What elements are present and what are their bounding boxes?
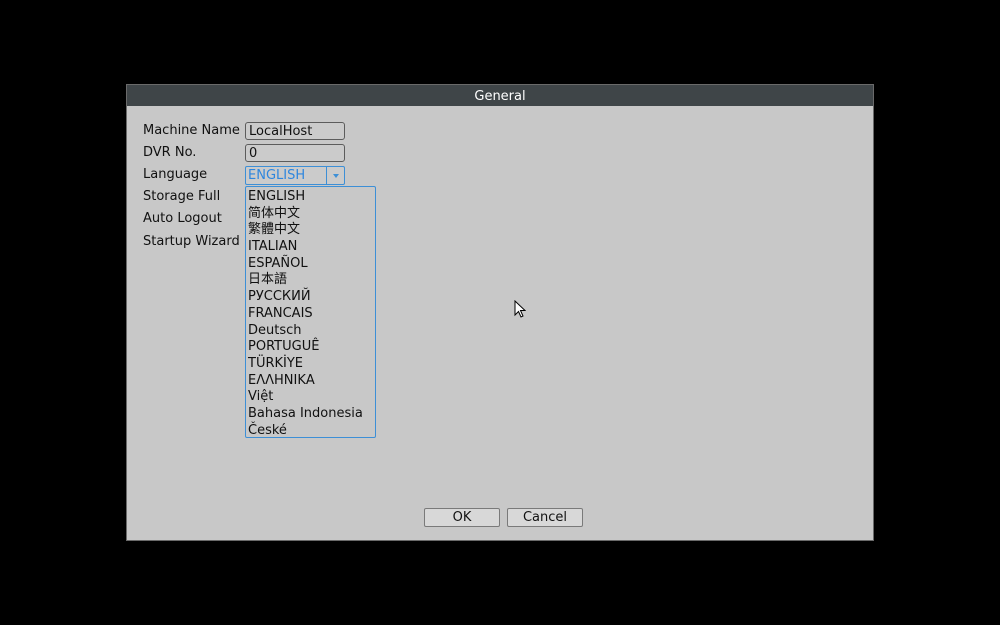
language-option[interactable]: FRANCAIS [246,305,375,322]
chevron-down-icon[interactable] [326,167,344,184]
mouse-cursor-icon [514,300,526,318]
language-option[interactable]: Việt [246,388,375,405]
general-dialog: General Machine Name LocalHost DVR No. 0… [126,84,874,541]
language-option[interactable]: ΕΛΛΗΝΙΚΑ [246,372,375,389]
language-selected-value: ENGLISH [248,168,306,183]
language-dropdown-list: ENGLISH 简体中文 繁體中文 ITALIAN ESPAÑOL 日本語 РУ… [245,186,376,438]
ok-button[interactable]: OK [424,508,500,527]
screen: General Machine Name LocalHost DVR No. 0… [0,0,1000,625]
language-option[interactable]: Deutsch [246,322,375,339]
dialog-title: General [127,85,873,106]
auto-logout-label: Auto Logout [143,211,222,226]
language-option[interactable]: ENGLISH [246,188,375,205]
language-option[interactable]: TÜRKİYE [246,355,375,372]
language-label: Language [143,167,208,182]
language-option[interactable]: Bahasa Indonesia [246,405,375,422]
language-option[interactable]: České [246,422,375,439]
dvr-no-input[interactable]: 0 [245,144,345,162]
language-select[interactable]: ENGLISH [245,166,345,185]
language-option[interactable]: РУССКИЙ [246,288,375,305]
storage-full-label: Storage Full [143,189,221,204]
machine-name-input[interactable]: LocalHost [245,122,345,140]
machine-name-label: Machine Name [143,123,240,138]
startup-wizard-label: Startup Wizard [143,234,240,249]
language-option[interactable]: 简体中文 [246,205,375,222]
language-option[interactable]: ESPAÑOL [246,255,375,272]
language-option[interactable]: 繁體中文 [246,221,375,238]
dvr-no-label: DVR No. [143,145,197,160]
language-option[interactable]: 日本語 [246,271,375,288]
cancel-button[interactable]: Cancel [507,508,583,527]
language-option[interactable]: ITALIAN [246,238,375,255]
language-option[interactable]: PORTUGUÊ [246,338,375,355]
